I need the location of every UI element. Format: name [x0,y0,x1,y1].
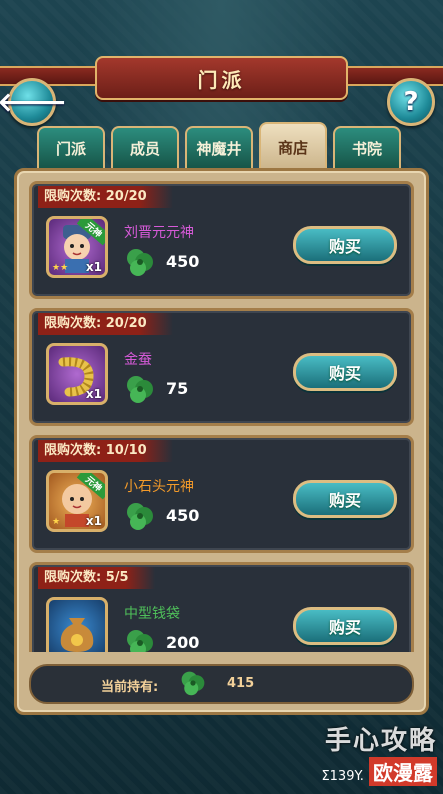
purchase-limit: 限购次数: 20/20 [38,313,173,335]
item-name: 中型钱袋 [124,606,180,622]
item-icon[interactable]: x1 [46,343,108,405]
current-holding-bar: 当前持有: 415 [29,664,414,704]
buy-button[interactable]: 购买 [293,480,397,518]
item-quantity: x1 [85,514,102,528]
tab-shop[interactable]: 商店 [259,122,327,170]
tab-sect[interactable]: 门派 [37,126,105,168]
jade-currency-icon [127,630,153,652]
item-price: 450 [166,252,200,271]
back-arrow-icon: 🡐 [0,87,67,118]
back-button[interactable]: 🡐 [0,78,67,126]
purchase-limit: 限购次数: 20/20 [38,186,173,208]
shop-item: 限购次数: 10/10 元神 ★ x1 小石头元神 450 购买 [29,435,414,553]
star-rating: ★★ [52,263,69,273]
watermark-badge: 欧漫露 [369,757,437,786]
tab-bar: 门派 成员 神魔井 商店 书院 [37,122,401,170]
item-price: 450 [166,506,200,525]
tab-academy[interactable]: 书院 [333,126,401,168]
buy-button[interactable]: 购买 [293,226,397,264]
jade-currency-icon [181,671,205,696]
tab-demon-well[interactable]: 神魔井 [185,126,253,168]
purchase-limit: 限购次数: 10/10 [38,440,173,462]
item-icon[interactable]: 元神 ★ x1 [46,470,108,532]
shop-panel: 限购次数: 20/20 元神 ★★ x1 刘晋元元神 450 购买 限购次数: … [14,168,429,715]
item-name: 金蚕 [124,352,152,368]
item-price: 200 [166,633,200,652]
page-title: 门派 [197,67,246,92]
watermark-url: Σ139Y. [321,769,364,784]
watermark: 手心攻略 Σ139Y. 欧漫露 [321,720,437,786]
shop-item: 限购次数: 20/20 x1 金蚕 75 购买 [29,308,414,426]
help-icon: ? [403,87,419,117]
buy-button[interactable]: 购买 [293,353,397,391]
item-name: 刘晋元元神 [124,225,194,241]
title-banner: 门派 [95,56,348,100]
help-button[interactable]: ? [387,78,435,126]
item-name: 小石头元神 [124,479,194,495]
item-quantity: x1 [85,260,102,274]
purchase-limit: 限购次数: 5/5 [38,567,155,589]
shop-item: 限购次数: 20/20 元神 ★★ x1 刘晋元元神 450 购买 [29,181,414,299]
star-rating: ★ [52,517,61,527]
money-bag-icon [60,618,94,652]
jade-currency-icon [127,503,153,530]
jade-currency-icon [127,249,153,276]
shop-item: 限购次数: 5/5 中型钱袋 200 购买 [29,562,414,652]
item-icon[interactable] [46,597,108,652]
item-price: 75 [166,379,189,398]
shop-list[interactable]: 限购次数: 20/20 元神 ★★ x1 刘晋元元神 450 购买 限购次数: … [29,181,414,652]
jade-currency-icon [127,376,153,403]
item-quantity: x1 [85,387,102,401]
tab-members[interactable]: 成员 [111,126,179,168]
item-icon[interactable]: 元神 ★★ x1 [46,216,108,278]
buy-button[interactable]: 购买 [293,607,397,645]
watermark-logo: 手心攻略 [324,726,437,756]
holding-label: 当前持有: [101,680,159,695]
holding-value: 415 [227,676,255,691]
